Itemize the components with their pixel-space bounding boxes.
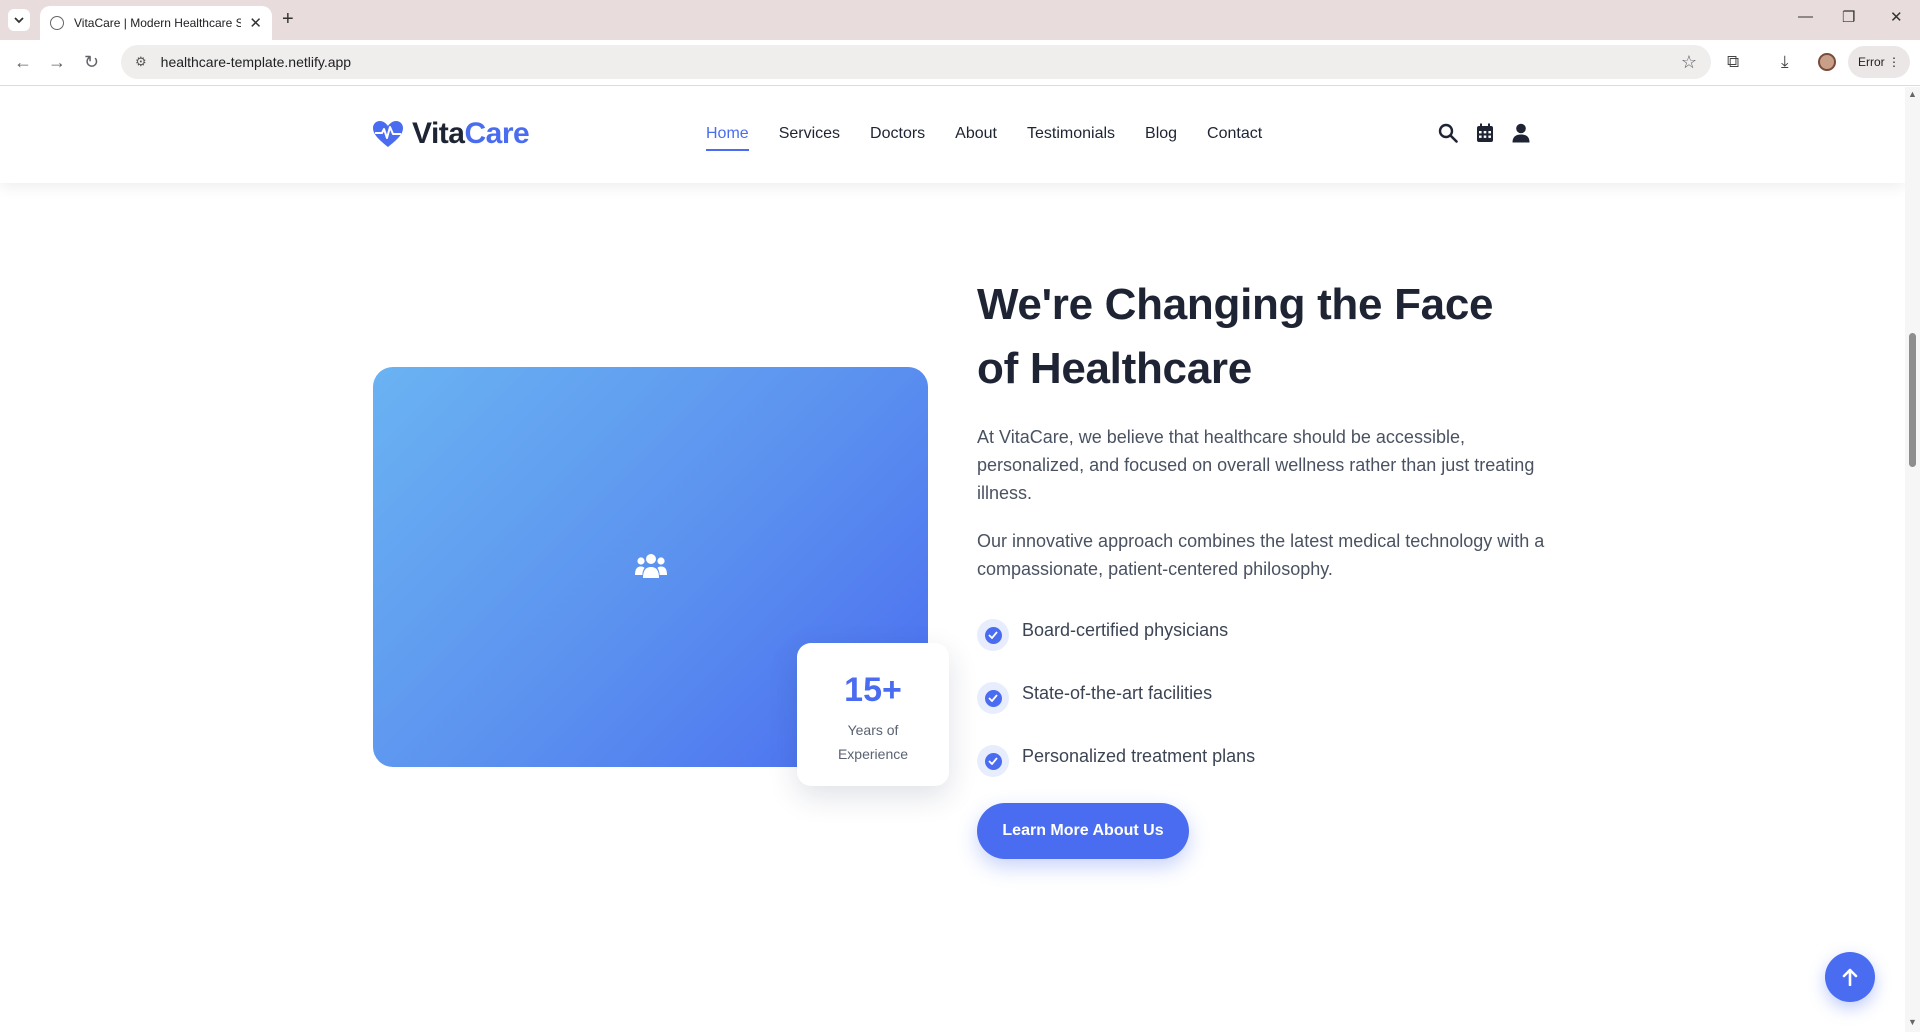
- feature-item: Board-certified physicians: [977, 609, 1228, 651]
- url-text[interactable]: healthcare-template.netlify.app: [161, 54, 351, 70]
- feature-text: Board-certified physicians: [1022, 619, 1229, 640]
- about-title-line2: of Healthcare: [977, 344, 1252, 393]
- forward-icon[interactable]: →: [48, 53, 66, 71]
- chevron-down-icon: [14, 17, 24, 24]
- site-logo[interactable]: VitaCare: [372, 117, 530, 151]
- feature-item: State-of-the-art facilities: [977, 672, 1212, 714]
- heart-pulse-icon: [373, 121, 403, 147]
- scroll-up-icon[interactable]: ▲: [1908, 89, 1917, 99]
- profile-error-button[interactable]: Error ⋮: [1848, 46, 1910, 78]
- extensions-icon[interactable]: ⧉: [1727, 53, 1739, 71]
- site-info-icon[interactable]: ⚙: [135, 54, 147, 70]
- check-circle-icon: [977, 745, 1009, 777]
- tab-search-button[interactable]: [8, 9, 30, 31]
- feature-text: State-of-the-art facilities: [1022, 682, 1213, 703]
- browser-tab[interactable]: VitaCare | Modern Healthcare S ✕: [40, 6, 272, 40]
- site-header: VitaCare Home Services Doctors About Tes…: [0, 87, 1905, 183]
- feature-item: Personalized treatment plans: [977, 735, 1255, 777]
- nav-home[interactable]: Home: [706, 125, 749, 151]
- page-viewport: VitaCare Home Services Doctors About Tes…: [0, 87, 1905, 1032]
- address-bar[interactable]: ⚙ healthcare-template.netlify.app ☆: [121, 45, 1711, 79]
- download-icon[interactable]: ⤓: [1781, 53, 1789, 71]
- nav-contact[interactable]: Contact: [1207, 125, 1262, 151]
- arrow-up-icon: [1842, 968, 1858, 986]
- scrollbar-thumb[interactable]: [1909, 333, 1916, 467]
- calendar-icon[interactable]: [1476, 123, 1494, 143]
- profile-avatar[interactable]: [1818, 53, 1836, 71]
- nav-testimonials[interactable]: Testimonials: [1027, 125, 1115, 151]
- nav-about[interactable]: About: [955, 125, 997, 151]
- user-icon[interactable]: [1512, 123, 1530, 143]
- reload-icon[interactable]: ↻: [84, 53, 99, 71]
- about-title-line1: We're Changing the Face: [977, 280, 1494, 329]
- feature-text: Personalized treatment plans: [1022, 745, 1256, 766]
- browser-tab-bar: VitaCare | Modern Healthcare S ✕ + — ❐ ✕: [0, 0, 1920, 40]
- scroll-down-icon[interactable]: ▼: [1908, 1017, 1917, 1027]
- page-scrollbar[interactable]: ▲ ▼: [1905, 87, 1920, 1032]
- nav-doctors[interactable]: Doctors: [870, 125, 925, 151]
- browser-toolbar: ← → ↻ ⚙ healthcare-template.netlify.app …: [0, 40, 1920, 86]
- logo-text: VitaCare: [412, 117, 530, 151]
- learn-more-button[interactable]: Learn More About Us: [977, 803, 1189, 859]
- experience-label: Years of Experience: [837, 722, 909, 762]
- bookmark-star-icon[interactable]: ☆: [1681, 52, 1697, 73]
- minimize-icon[interactable]: —: [1798, 8, 1813, 25]
- new-tab-button[interactable]: +: [282, 9, 294, 29]
- restore-icon[interactable]: ❐: [1842, 8, 1855, 26]
- nav-services[interactable]: Services: [779, 125, 840, 151]
- logo-text-care: Care: [464, 117, 530, 150]
- main-nav: Home Services Doctors About Testimonials…: [706, 125, 1292, 151]
- check-circle-icon: [977, 619, 1009, 651]
- check-circle-icon: [977, 682, 1009, 714]
- close-tab-icon[interactable]: ✕: [249, 16, 262, 31]
- globe-icon: [50, 16, 64, 30]
- nav-blog[interactable]: Blog: [1145, 125, 1177, 151]
- logo-text-vita: Vita: [412, 117, 465, 150]
- back-to-top-button[interactable]: [1825, 952, 1875, 1002]
- about-paragraph-2: Our innovative approach combines the lat…: [977, 531, 1545, 579]
- tab-title: VitaCare | Modern Healthcare S: [74, 16, 242, 30]
- about-title: We're Changing the Face of Healthcare: [977, 273, 1537, 401]
- back-icon[interactable]: ←: [14, 53, 32, 71]
- close-window-icon[interactable]: ✕: [1890, 8, 1903, 26]
- about-paragraph-1: At VitaCare, we believe that healthcare …: [977, 427, 1535, 503]
- search-icon[interactable]: [1438, 123, 1458, 143]
- experience-card: 15+ Years of Experience: [797, 643, 949, 786]
- profile-error-label: Error: [1857, 55, 1885, 69]
- users-icon: [635, 554, 667, 578]
- experience-value: 15+: [844, 671, 902, 709]
- header-icons: [1438, 123, 1530, 143]
